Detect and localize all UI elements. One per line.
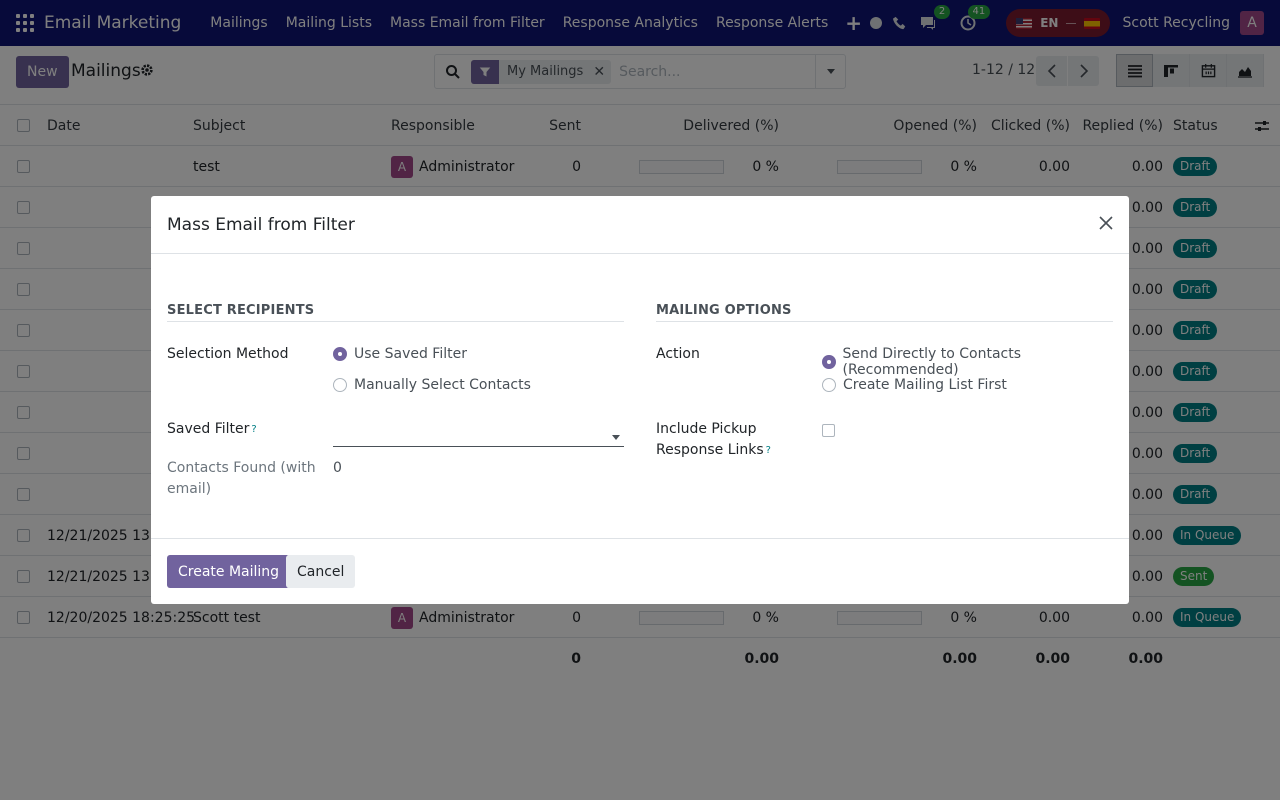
contacts-found-value: 0 [333, 460, 342, 476]
include-pickup-links-label: Include Pickup Response Links? [656, 419, 786, 461]
mailing-options-heading: MAILING OPTIONS [656, 303, 792, 318]
cancel-button[interactable]: Cancel [286, 555, 356, 588]
include-pickup-links-checkbox[interactable] [822, 424, 835, 437]
create-mailing-button[interactable]: Create Mailing [167, 555, 291, 588]
dialog-header: Mass Email from Filter [151, 196, 1129, 254]
caret-down-icon [612, 435, 620, 440]
radio-use-saved-filter[interactable]: Use Saved Filter [333, 346, 467, 362]
help-tooltip-icon[interactable]: ? [766, 445, 771, 456]
dialog-body: SELECT RECIPIENTS Selection Method Use S… [151, 254, 1129, 539]
saved-filter-label: Saved Filter? [167, 419, 257, 440]
include-pickup-links-label-text: Include Pickup Response Links [656, 421, 764, 458]
saved-filter-label-text: Saved Filter [167, 421, 250, 437]
radio-manually-select-contacts[interactable]: Manually Select Contacts [333, 377, 531, 393]
selection-method-label: Selection Method [167, 346, 289, 362]
section-divider [656, 321, 1113, 322]
help-tooltip-icon[interactable]: ? [251, 424, 256, 435]
mass-email-dialog: Mass Email from Filter SELECT RECIPIENTS… [151, 196, 1129, 604]
radio-button-checked[interactable] [333, 347, 347, 361]
dialog-title: Mass Email from Filter [167, 215, 355, 235]
radio-button[interactable] [822, 378, 836, 392]
action-label: Action [656, 346, 700, 362]
select-recipients-heading: SELECT RECIPIENTS [167, 303, 315, 318]
contacts-found-label: Contacts Found (with email) [167, 460, 316, 497]
radio-button[interactable] [333, 378, 347, 392]
radio-send-directly[interactable]: Send Directly to Contacts (Recommended) [822, 346, 1129, 378]
dialog-footer: Create Mailing Cancel [151, 540, 1129, 604]
radio-label: Create Mailing List First [843, 377, 1007, 393]
radio-label: Manually Select Contacts [354, 377, 531, 393]
section-divider [167, 321, 624, 322]
radio-label: Use Saved Filter [354, 346, 467, 362]
saved-filter-select[interactable] [333, 425, 624, 447]
radio-button-checked[interactable] [822, 355, 836, 369]
radio-label: Send Directly to Contacts (Recommended) [842, 346, 1022, 378]
close-icon[interactable] [1097, 214, 1115, 232]
radio-create-mailing-list-first[interactable]: Create Mailing List First [822, 377, 1007, 393]
